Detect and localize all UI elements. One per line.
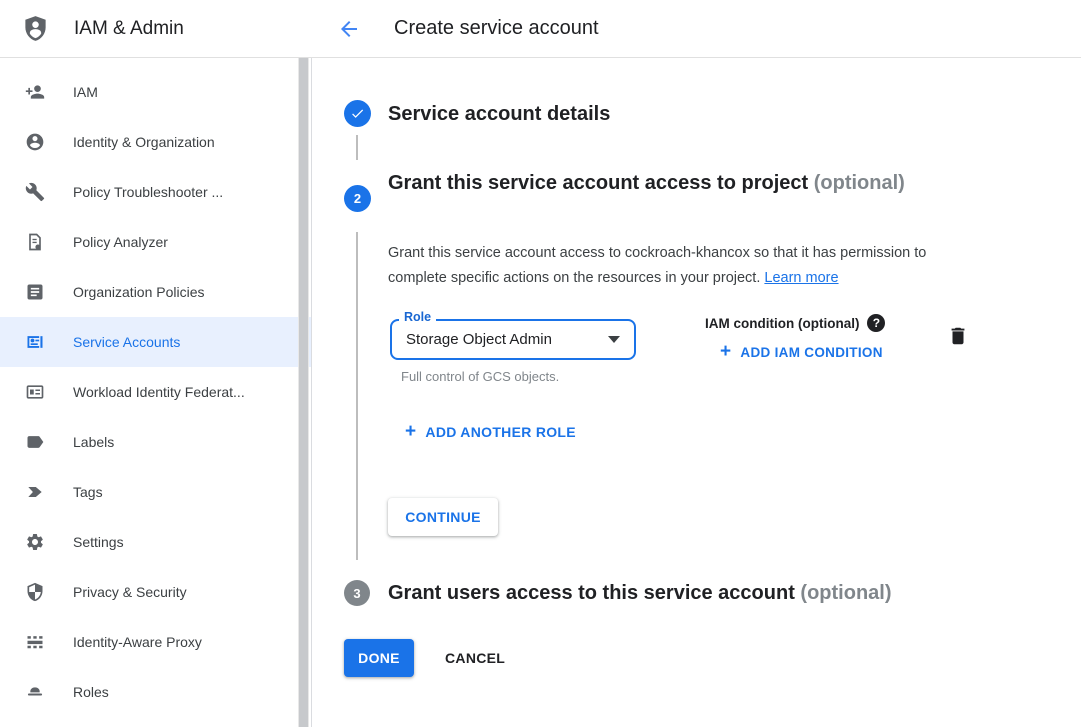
continue-button[interactable]: CONTINUE bbox=[388, 498, 498, 536]
sidebar: IAM Identity & Organization Policy Trouble… bbox=[0, 57, 312, 727]
step3-title-text: Grant users access to this service accou… bbox=[388, 582, 795, 604]
sidebar-item-identity-organization[interactable]: Identity & Organization bbox=[0, 117, 311, 167]
sidebar-item-label: IAM bbox=[73, 84, 98, 100]
top-header: IAM & Admin Create service account bbox=[0, 0, 1081, 58]
help-icon[interactable]: ? bbox=[867, 314, 885, 332]
wrench-icon bbox=[25, 182, 45, 202]
step2-title-text: Grant this service account access to pro… bbox=[388, 172, 808, 194]
sidebar-item-policy-troubleshooter[interactable]: Policy Troubleshooter ... bbox=[0, 167, 311, 217]
page-title: Create service account bbox=[394, 17, 599, 40]
sidebar-item-label: Identity & Organization bbox=[73, 134, 215, 150]
sidebar-item-label: Roles bbox=[73, 684, 109, 700]
sidebar-item-labels[interactable]: Labels bbox=[0, 417, 311, 467]
sidebar-item-workload-identity-federat[interactable]: Workload Identity Federat... bbox=[0, 367, 311, 417]
sidebar-item-label: Policy Analyzer bbox=[73, 234, 168, 250]
product-logo-block: IAM & Admin bbox=[0, 0, 313, 57]
create-service-account-panel: Service account details 2 Grant this ser… bbox=[313, 57, 1081, 727]
sidebar-item-service-accounts[interactable]: Service Accounts bbox=[0, 317, 311, 367]
sidebar-item-tags[interactable]: Tags bbox=[0, 467, 311, 517]
iam-condition-label-text: IAM condition (optional) bbox=[705, 316, 859, 331]
iam-admin-shield-icon bbox=[22, 15, 49, 42]
sidebar-item-organization-policies[interactable]: Organization Policies bbox=[0, 267, 311, 317]
sidebar-item-privacy-security[interactable]: Privacy & Security bbox=[0, 567, 311, 617]
role-select[interactable]: Storage Object Admin bbox=[390, 319, 636, 360]
delete-role-trash-icon[interactable] bbox=[947, 325, 969, 347]
shield-half-icon bbox=[25, 582, 45, 602]
document-list-icon bbox=[25, 282, 45, 302]
sidebar-item-iam[interactable]: IAM bbox=[0, 67, 311, 117]
sidebar-items: IAM Identity & Organization Policy Trouble… bbox=[0, 57, 311, 717]
step-connector bbox=[356, 232, 358, 560]
step2-number: 2 bbox=[354, 191, 361, 206]
plus-icon: + bbox=[405, 423, 416, 441]
cancel-button[interactable]: CANCEL bbox=[429, 639, 521, 677]
sidebar-item-label: Settings bbox=[73, 534, 124, 550]
product-name: IAM & Admin bbox=[74, 18, 184, 40]
sidebar-item-label: Service Accounts bbox=[73, 334, 180, 350]
sidebar-item-identity-aware-proxy[interactable]: Identity-Aware Proxy bbox=[0, 617, 311, 667]
sidebar-scrollbar[interactable] bbox=[298, 57, 309, 727]
sidebar-item-label: Tags bbox=[73, 484, 103, 500]
add-another-role-label: ADD ANOTHER ROLE bbox=[425, 424, 576, 440]
role-field-label: Role bbox=[399, 311, 436, 324]
back-arrow-icon[interactable] bbox=[337, 17, 361, 41]
step3-optional-label: (optional) bbox=[800, 582, 891, 604]
account-circle-icon bbox=[25, 132, 45, 152]
sidebar-item-label: Identity-Aware Proxy bbox=[73, 634, 202, 650]
step3-number: 3 bbox=[353, 586, 360, 601]
step2-badge: 2 bbox=[344, 185, 371, 212]
learn-more-link[interactable]: Learn more bbox=[764, 270, 838, 286]
role-select-value: Storage Object Admin bbox=[406, 331, 552, 348]
sidebar-item-label: Policy Troubleshooter ... bbox=[73, 184, 223, 200]
iam-condition-label: IAM condition (optional) ? bbox=[705, 314, 885, 332]
step2-description: Grant this service account access to coc… bbox=[388, 241, 988, 291]
step3-title: Grant users access to this service accou… bbox=[388, 576, 892, 610]
proxy-filmstrip-icon bbox=[25, 632, 45, 652]
add-another-role-button[interactable]: + ADD ANOTHER ROLE bbox=[405, 423, 576, 441]
step2-title: Grant this service account access to pro… bbox=[388, 166, 905, 200]
id-card-icon bbox=[25, 382, 45, 402]
step1-title: Service account details bbox=[388, 97, 610, 131]
chevron-down-icon bbox=[608, 336, 620, 343]
gear-icon bbox=[25, 532, 45, 552]
page-header: Create service account bbox=[313, 0, 599, 57]
sidebar-item-label: Labels bbox=[73, 434, 114, 450]
step3-badge: 3 bbox=[344, 580, 370, 606]
add-iam-condition-label: ADD IAM CONDITION bbox=[740, 345, 882, 360]
step2-optional-label: (optional) bbox=[814, 172, 905, 194]
plus-icon: + bbox=[720, 343, 731, 361]
step1-completed-check-icon bbox=[344, 100, 371, 127]
step2-description-text: Grant this service account access to coc… bbox=[388, 245, 926, 286]
tag-arrow-icon bbox=[25, 482, 45, 502]
add-iam-condition-button[interactable]: + ADD IAM CONDITION bbox=[720, 343, 883, 361]
step-connector bbox=[356, 135, 358, 160]
sidebar-item-label: Privacy & Security bbox=[73, 584, 187, 600]
role-helper-text: Full control of GCS objects. bbox=[401, 369, 559, 384]
policy-analyzer-icon bbox=[25, 232, 45, 252]
sidebar-item-label: Workload Identity Federat... bbox=[73, 384, 245, 400]
sidebar-item-roles[interactable]: Roles bbox=[0, 667, 311, 717]
service-account-icon bbox=[25, 332, 45, 352]
sidebar-item-policy-analyzer[interactable]: Policy Analyzer bbox=[0, 217, 311, 267]
label-icon bbox=[25, 432, 45, 452]
person-add-icon bbox=[25, 82, 45, 102]
sidebar-item-settings[interactable]: Settings bbox=[0, 517, 311, 567]
hat-icon bbox=[25, 682, 45, 702]
sidebar-item-label: Organization Policies bbox=[73, 284, 205, 300]
done-button[interactable]: DONE bbox=[344, 639, 414, 677]
